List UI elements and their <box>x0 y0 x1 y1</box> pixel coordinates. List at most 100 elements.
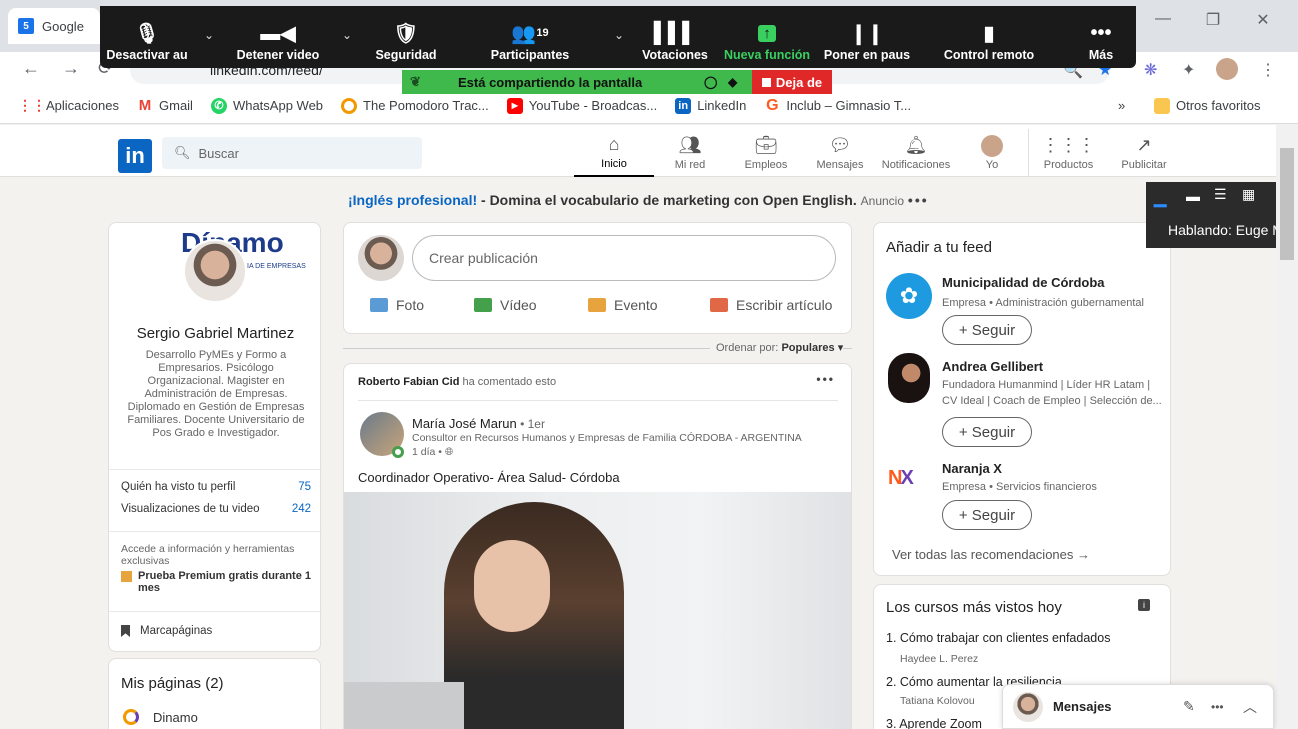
post-author[interactable]: María José Marun • 1er <box>412 416 545 431</box>
remote-control-button[interactable]: ▮ Control remoto <box>936 6 1042 68</box>
nav-products[interactable]: ⋮⋮⋮ Productos <box>1028 129 1108 177</box>
menu-dots-icon[interactable]: ⋮ <box>1260 60 1276 80</box>
youtube-icon: ▶ <box>506 97 523 114</box>
nav-messaging[interactable]: 💬︎ Mensajes <box>800 129 880 177</box>
participants-button[interactable]: 👥 19 Participantes <box>484 6 576 68</box>
search-input[interactable]: 🔍︎ Buscar <box>162 137 422 169</box>
gallery-view-icon[interactable]: ▦ <box>1242 186 1255 203</box>
bookmark-icon <box>121 625 130 637</box>
polls-button[interactable]: ▌▌▌ Votaciones <box>638 6 712 68</box>
my-pages-title: Mis páginas (2) <box>121 675 224 692</box>
forward-icon[interactable]: → <box>62 58 80 79</box>
page-item[interactable]: Dinamo <box>123 709 198 725</box>
premium-cta[interactable]: Prueba Premium gratis durante 1 mes <box>121 570 311 594</box>
sort-dropdown[interactable]: Ordenar por: Populares ▾ <box>710 341 844 354</box>
follow-button[interactable]: + Seguir <box>942 500 1032 530</box>
avatar[interactable] <box>183 239 247 303</box>
municipality-logo[interactable]: ✿ <box>886 273 932 319</box>
see-all-recommendations-link[interactable]: Ver todas las recomendaciones → <box>892 547 1090 562</box>
course-item[interactable]: 3. Aprende Zoom <box>886 717 982 729</box>
follow-button[interactable]: + Seguir <box>942 315 1032 345</box>
microphone-icon: 🎙 <box>134 22 160 45</box>
naranjax-logo[interactable]: NX <box>888 467 914 490</box>
nav-jobs[interactable]: 💼︎ Empleos <box>726 129 806 177</box>
article-icon <box>710 298 728 312</box>
write-article-button[interactable]: Escribir artículo <box>710 297 832 313</box>
linkedin-logo[interactable]: in <box>118 139 152 173</box>
ellipsis-icon[interactable]: ••• <box>1211 700 1224 714</box>
course-item[interactable]: 1. Cómo trabajar con clientes enfadados <box>886 631 1110 645</box>
profile-name[interactable]: Sergio Gabriel Martinez <box>109 325 322 342</box>
more-button[interactable]: ••• Más <box>1084 6 1118 68</box>
browser-tab[interactable]: 5 Google <box>8 8 100 44</box>
nav-notifications[interactable]: 🔔︎ Notificaciones <box>876 129 956 177</box>
compose-icon[interactable]: ✎ <box>1183 698 1195 715</box>
suggestion-name[interactable]: Naranja X <box>942 461 1002 476</box>
course-author: Haydee L. Perez <box>900 653 979 665</box>
nav-home[interactable]: ⌂ Inicio <box>574 129 654 177</box>
post-image[interactable] <box>344 492 851 729</box>
more-bookmarks-button[interactable]: » <box>1118 98 1125 113</box>
pomodoro-icon <box>341 97 358 114</box>
chevron-up-icon[interactable]: ︿ <box>1243 697 1257 717</box>
chat-icon: 💬︎ <box>828 135 852 155</box>
bookmark-inclub[interactable]: G Inclub – Gimnasio T... <box>764 97 911 114</box>
suggestion-name[interactable]: Andrea Gellibert <box>942 359 1043 374</box>
follow-button[interactable]: + Seguir <box>942 417 1032 447</box>
circle-icon: ◯ <box>704 75 718 89</box>
bookmarks-link[interactable]: Marcapáginas <box>121 625 212 637</box>
ellipsis-icon[interactable]: ••• <box>908 192 929 208</box>
new-feature-button[interactable]: ↑ Nueva función <box>718 6 816 68</box>
create-post-input[interactable]: Crear publicación <box>412 235 836 281</box>
scrollbar-thumb[interactable] <box>1280 148 1294 260</box>
post-menu-icon[interactable]: ••• <box>816 372 835 386</box>
stat-value: 75 <box>298 481 311 493</box>
photo-button[interactable]: Foto <box>370 297 424 313</box>
post-time: 1 día • 🌐︎ <box>412 446 453 459</box>
maximize-button[interactable]: ❐ <box>1190 10 1236 30</box>
chevron-down-icon[interactable]: ⌄ <box>204 28 214 42</box>
profile-stat-video[interactable]: Visualizaciones de tu video 242 <box>121 503 311 515</box>
bookmark-whatsapp[interactable]: ✆ WhatsApp Web <box>210 97 323 114</box>
stop-share-button[interactable]: Deja de <box>752 70 832 94</box>
suggestion-name[interactable]: Municipalidad de Córdoba <box>942 275 1105 290</box>
close-button[interactable]: ✕ <box>1240 10 1286 30</box>
stop-video-button[interactable]: ▬◀ Detener video <box>228 6 328 68</box>
nav-my-network[interactable]: 👥︎ Mi red <box>650 129 730 177</box>
nav-me[interactable]: Yo <box>952 129 1032 177</box>
nav-advertise[interactable]: ↗ Publicitar <box>1104 129 1184 177</box>
bookmark-gmail[interactable]: M Gmail <box>137 97 193 114</box>
chevron-down-icon[interactable]: ⌄ <box>614 28 624 42</box>
avatar[interactable] <box>888 353 930 403</box>
event-button[interactable]: Evento <box>588 297 658 313</box>
my-pages-card: Mis páginas (2) Dinamo <box>108 658 321 729</box>
bookmark-other-folder[interactable]: Otros favoritos <box>1154 97 1261 114</box>
extension-icon[interactable]: ❋ <box>1144 60 1157 80</box>
bookmark-apps[interactable]: ⋮⋮ Aplicaciones <box>18 97 119 114</box>
info-icon[interactable]: i <box>1138 599 1150 611</box>
bookmark-linkedin[interactable]: in LinkedIn <box>675 97 746 114</box>
bookmark-youtube[interactable]: ▶ YouTube - Broadcas... <box>506 97 657 114</box>
messaging-bar[interactable]: Mensajes ✎ ••• ︿ <box>1002 684 1274 729</box>
minimize-video-icon[interactable]: ▁ <box>1154 188 1166 208</box>
sharing-text: Está compartiendo la pantalla <box>458 74 643 90</box>
profile-stat-views[interactable]: Quién ha visto tu perfil 75 <box>121 481 311 493</box>
post-actor[interactable]: Roberto Fabian Cid <box>358 376 459 388</box>
profile-avatar[interactable] <box>1216 58 1238 80</box>
security-button[interactable]: 🛡 Seguridad <box>368 6 444 68</box>
speaker-view-icon[interactable]: ☰ <box>1214 186 1227 203</box>
brand-subtitle: IA DE EMPRESAS <box>247 263 306 270</box>
mute-button[interactable]: 🎙 Desactivar au <box>104 6 190 68</box>
minimize-button[interactable]: — <box>1140 10 1186 28</box>
puzzle-icon[interactable]: ✦ <box>1182 60 1195 80</box>
bookmark-pomodoro[interactable]: The Pomodoro Trac... <box>341 97 489 114</box>
video-button[interactable]: Vídeo <box>474 297 537 313</box>
thumbnail-view-icon[interactable]: ▬ <box>1186 188 1200 204</box>
back-icon[interactable]: ← <box>22 58 40 79</box>
chevron-down-icon[interactable]: ⌄ <box>342 28 352 42</box>
bookmark-label: Otros favoritos <box>1176 98 1261 113</box>
zoom-toolbar: 🎙 Desactivar au ⌄ ▬◀ Detener video ⌄ 🛡 S… <box>100 6 1136 68</box>
pause-share-button[interactable]: ❙❙ Poner en paus <box>820 6 914 68</box>
sponsored-ad[interactable]: ¡Inglés profesional! - Domina el vocabul… <box>348 192 929 208</box>
shield-check-icon: ◆ <box>728 75 738 89</box>
